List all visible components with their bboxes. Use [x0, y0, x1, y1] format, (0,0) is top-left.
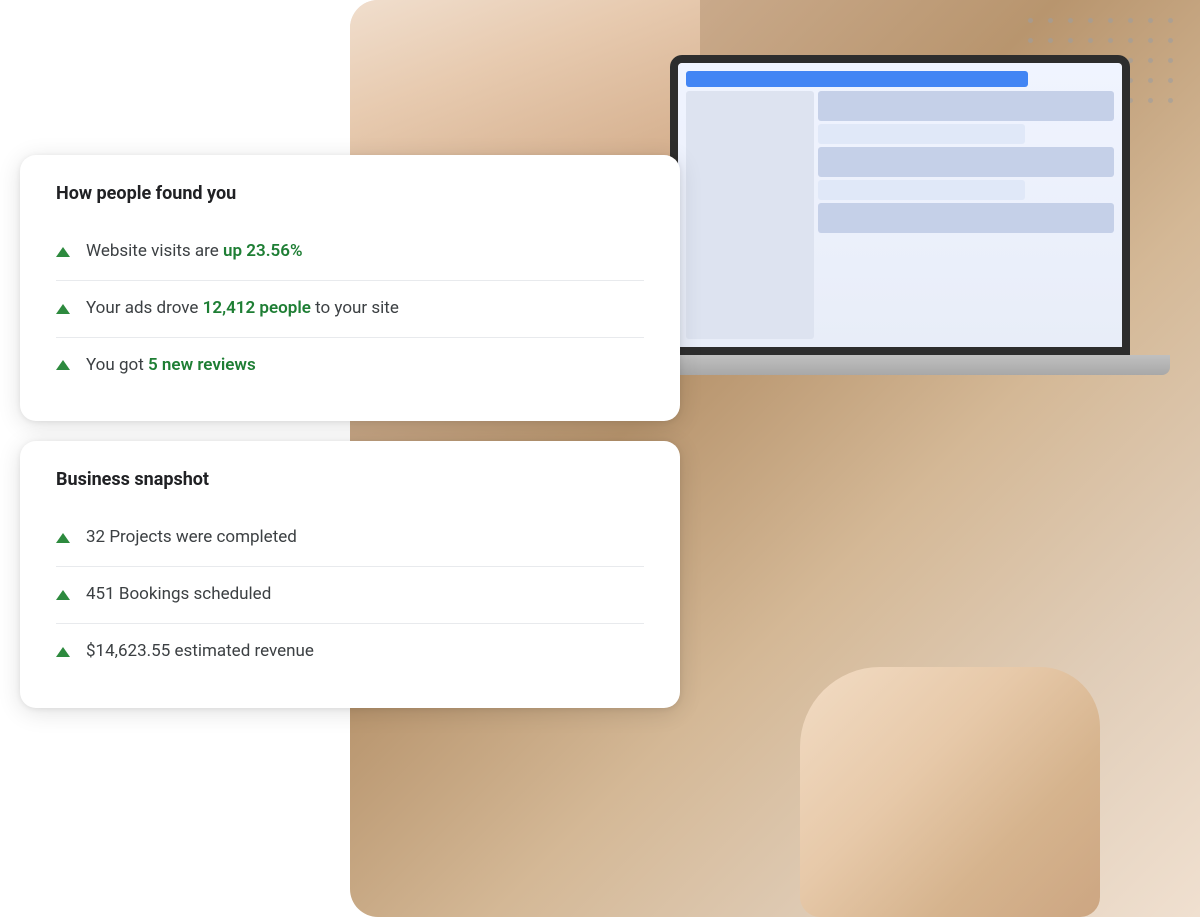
business-snapshot-card: Business snapshot 32 Projects were compl…	[20, 441, 680, 707]
card1-items: Website visits are up 23.56% Your ads dr…	[56, 224, 644, 393]
list-item: You got 5 new reviews	[56, 338, 644, 394]
snapshot-item2-text: 451 Bookings scheduled	[86, 583, 271, 607]
item1-highlight: up 23.56%	[223, 241, 303, 261]
up-arrow-icon	[56, 247, 70, 257]
item2-highlight: 12,412 people	[203, 298, 311, 318]
item1-text: Website visits are up 23.56%	[86, 240, 303, 264]
up-arrow-icon	[56, 533, 70, 543]
card1-title: How people found you	[56, 183, 644, 204]
laptop-image	[670, 55, 1170, 375]
card2-title: Business snapshot	[56, 469, 644, 490]
snapshot-item3-text: $14,623.55 estimated revenue	[86, 640, 314, 664]
item3-highlight: 5 new reviews	[148, 355, 256, 375]
hand-overlay	[800, 667, 1100, 917]
list-item: 451 Bookings scheduled	[56, 567, 644, 624]
snapshot-item1-text: 32 Projects were completed	[86, 526, 297, 550]
list-item: $14,623.55 estimated revenue	[56, 624, 644, 680]
item2-text: Your ads drove 12,412 people to your sit…	[86, 297, 399, 321]
up-arrow-icon	[56, 590, 70, 600]
up-arrow-icon	[56, 304, 70, 314]
top-bleed-image	[350, 0, 700, 160]
cards-container: How people found you Website visits are …	[20, 155, 680, 708]
item3-text: You got 5 new reviews	[86, 354, 256, 378]
card2-items: 32 Projects were completed 451 Bookings …	[56, 510, 644, 679]
list-item: Your ads drove 12,412 people to your sit…	[56, 281, 644, 338]
list-item: Website visits are up 23.56%	[56, 224, 644, 281]
up-arrow-icon	[56, 647, 70, 657]
list-item: 32 Projects were completed	[56, 510, 644, 567]
how-people-found-you-card: How people found you Website visits are …	[20, 155, 680, 421]
up-arrow-icon	[56, 360, 70, 370]
